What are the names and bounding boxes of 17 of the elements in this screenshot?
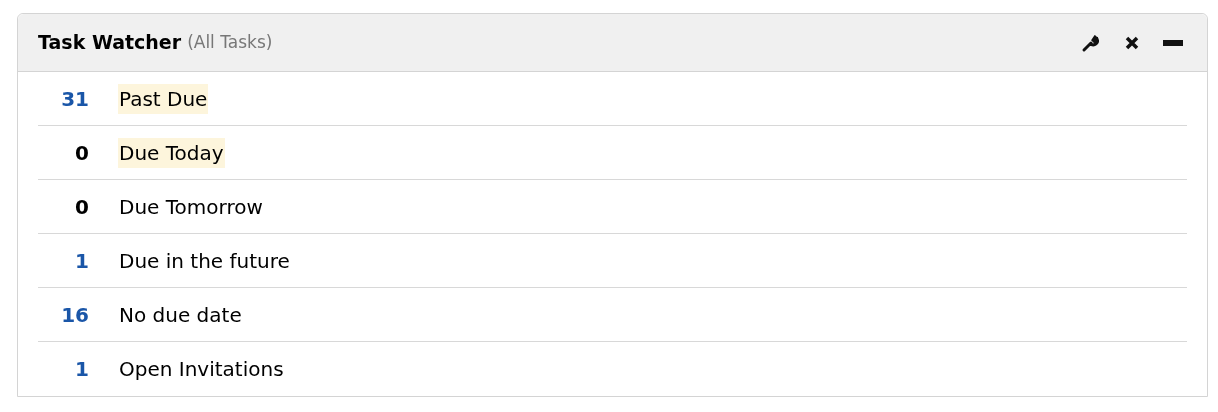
count: 0 — [74, 193, 89, 221]
minimize-icon[interactable] — [1163, 39, 1183, 46]
task-label: Open Invitations — [118, 356, 285, 383]
count-link[interactable]: 31 — [38, 83, 89, 114]
task-label: Due in the future — [118, 247, 291, 275]
task-label: Past Due — [118, 83, 209, 114]
count-link[interactable]: 16 — [38, 299, 89, 330]
widget-title: Task Watcher — [38, 30, 182, 56]
task-label: No due date — [118, 301, 243, 329]
settings-icon[interactable] — [1081, 32, 1101, 53]
count-link[interactable]: 1 — [38, 245, 89, 276]
task-label: Due Today — [118, 137, 225, 168]
widget-subtitle: (All Tasks) — [187, 30, 273, 54]
close-icon[interactable] — [1125, 35, 1139, 50]
task-label: Due Tomorrow — [118, 193, 264, 221]
count-link[interactable]: 1 — [38, 354, 89, 384]
count: 0 — [74, 139, 89, 167]
